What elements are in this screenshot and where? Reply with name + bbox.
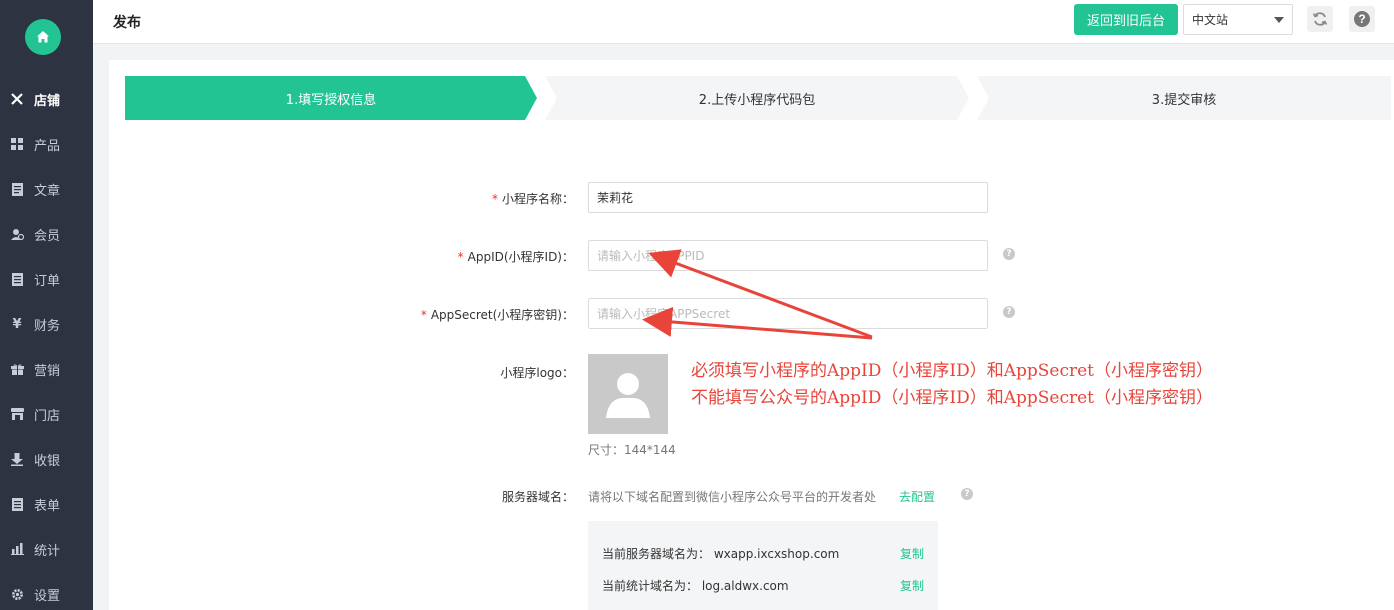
annotation-arrow-appsecret <box>642 306 873 340</box>
annotation-arrow-appid <box>648 249 873 339</box>
annotation-arrows <box>642 249 873 340</box>
